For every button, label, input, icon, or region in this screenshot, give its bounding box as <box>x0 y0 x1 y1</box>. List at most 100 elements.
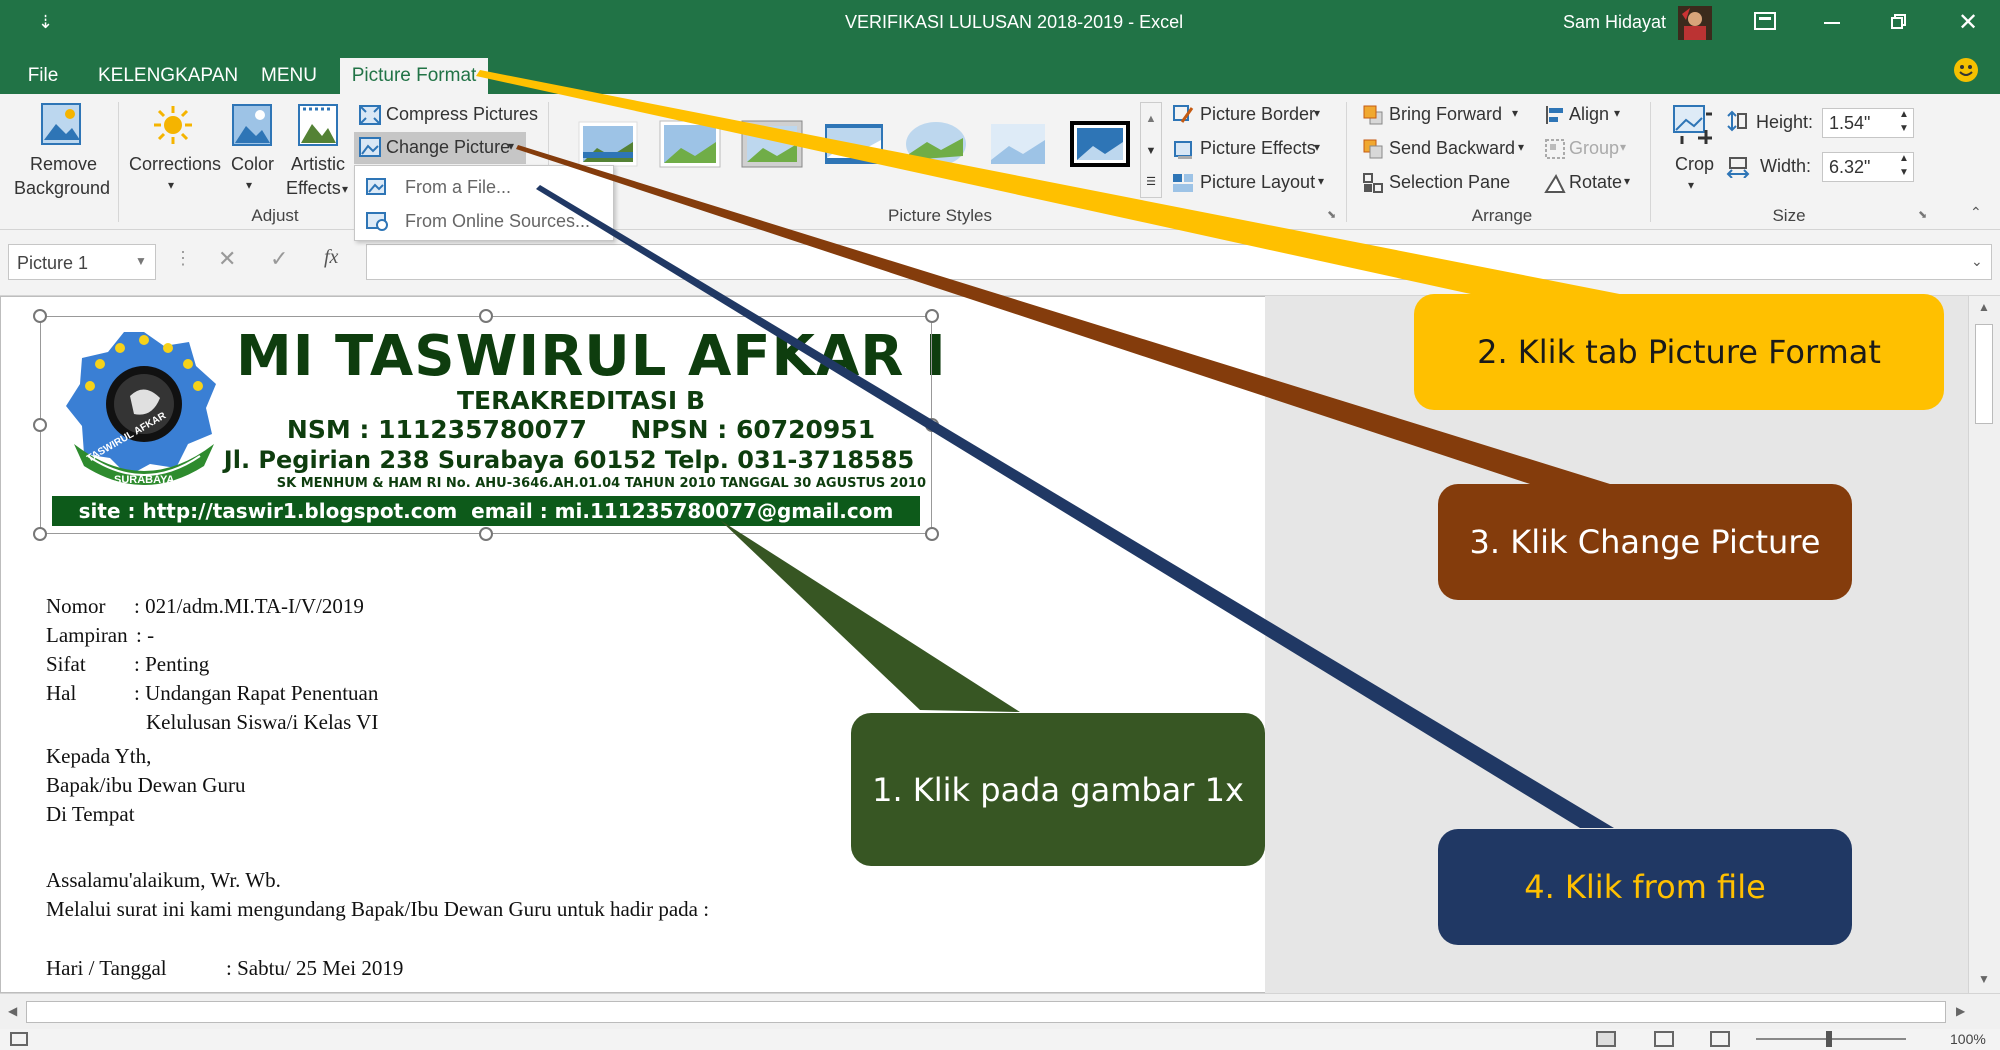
picture-style-1[interactable] <box>577 120 639 168</box>
macro-record-icon[interactable] <box>10 1032 28 1046</box>
name-box[interactable]: Picture 1 ▼ <box>8 244 156 280</box>
group-dropdown-icon[interactable]: ▾ <box>1620 140 1626 154</box>
gallery-scroll[interactable]: ▲ ▼ ☰ <box>1140 102 1162 198</box>
artistic-effects-label-1[interactable]: Artistic <box>291 154 345 175</box>
name-box-dropdown-icon[interactable]: ▼ <box>135 254 147 268</box>
send-backward-dropdown-icon[interactable]: ▾ <box>1518 140 1524 154</box>
remove-background-label-1[interactable]: Remove <box>30 154 97 175</box>
close-icon[interactable]: ✕ <box>1958 8 1978 37</box>
selection-pane-icon[interactable] <box>1362 172 1384 194</box>
resize-handle-top-left[interactable] <box>33 309 47 323</box>
tab-kelengkapan[interactable]: KELENGKAPAN <box>98 58 238 94</box>
expand-formula-bar-icon[interactable]: ⌄ <box>1971 253 1983 270</box>
scroll-right-icon[interactable]: ▶ <box>1956 1004 1965 1018</box>
resize-handle-bottom[interactable] <box>479 527 493 541</box>
change-picture-button[interactable]: Change Picture ▾ <box>354 132 526 164</box>
picture-style-6[interactable] <box>987 120 1049 168</box>
picture-border-icon[interactable] <box>1172 104 1194 126</box>
picture-style-7[interactable] <box>1069 120 1131 168</box>
normal-view-icon[interactable] <box>1596 1031 1616 1047</box>
rotate-icon[interactable] <box>1544 172 1566 194</box>
compress-pictures-button[interactable]: Compress Pictures <box>386 104 538 125</box>
menu-item-from-file[interactable]: From a File... <box>355 170 615 204</box>
tab-file[interactable]: File <box>20 58 66 94</box>
align-button[interactable]: Align <box>1569 104 1609 125</box>
tab-picture-format[interactable]: Picture Format <box>340 58 488 94</box>
resize-handle-top-right[interactable] <box>925 309 939 323</box>
enter-entry-icon[interactable]: ✓ <box>270 246 288 272</box>
user-name[interactable]: Sam Hidayat <box>1563 12 1666 33</box>
width-input[interactable]: 6.32" ▲ ▼ <box>1822 152 1914 182</box>
zoom-slider[interactable] <box>1756 1031 1906 1047</box>
picture-border-dropdown-icon[interactable]: ▾ <box>1314 106 1320 120</box>
cancel-entry-icon[interactable]: ✕ <box>218 246 236 272</box>
remove-background-icon[interactable] <box>40 102 82 148</box>
group-icon[interactable] <box>1544 138 1566 160</box>
scroll-up-icon[interactable]: ▲ <box>1978 300 1990 314</box>
send-backward-button[interactable]: Send Backward <box>1389 138 1515 159</box>
picture-styles-gallery[interactable] <box>565 100 1135 200</box>
picture-style-4[interactable] <box>823 120 885 168</box>
page-break-view-icon[interactable] <box>1710 1031 1730 1047</box>
ribbon-display-options-icon[interactable] <box>1754 12 1776 30</box>
formula-input[interactable]: ⌄ <box>366 244 1992 280</box>
align-dropdown-icon[interactable]: ▾ <box>1614 106 1620 120</box>
crop-dropdown-icon[interactable]: ▾ <box>1688 178 1694 192</box>
tab-menu[interactable]: MENU <box>256 58 322 94</box>
restore-icon[interactable] <box>1891 14 1907 30</box>
width-spin-down-icon[interactable]: ▼ <box>1899 167 1909 178</box>
bring-forward-icon[interactable] <box>1362 104 1384 126</box>
artistic-effects-icon[interactable] <box>298 104 338 146</box>
smiley-feedback-icon[interactable] <box>1954 58 1978 82</box>
color-dropdown-icon[interactable]: ▾ <box>246 178 252 192</box>
corrections-icon[interactable] <box>152 104 194 146</box>
picture-effects-dropdown-icon[interactable]: ▾ <box>1314 140 1320 154</box>
crop-icon[interactable] <box>1672 104 1714 146</box>
compress-pictures-icon[interactable] <box>358 104 382 126</box>
vertical-scroll-thumb[interactable] <box>1975 324 1993 424</box>
resize-handle-left[interactable] <box>33 418 47 432</box>
height-spin-down-icon[interactable]: ▼ <box>1899 123 1909 134</box>
insert-function-icon[interactable]: fx <box>324 246 338 269</box>
picture-effects-icon[interactable] <box>1172 138 1194 160</box>
color-label[interactable]: Color <box>231 154 274 175</box>
picture-border-button[interactable]: Picture Border <box>1200 104 1315 125</box>
selection-pane-button[interactable]: Selection Pane <box>1389 172 1510 193</box>
color-icon[interactable] <box>232 104 272 146</box>
align-icon[interactable] <box>1544 104 1566 126</box>
menu-item-from-online-sources[interactable]: From Online Sources... <box>355 204 615 238</box>
collapse-ribbon-icon[interactable]: ⌃ <box>1970 204 1982 221</box>
picture-styles-launcher-icon[interactable]: ⬊ <box>1327 208 1336 221</box>
height-input[interactable]: 1.54" ▲ ▼ <box>1822 108 1914 138</box>
quick-access-customize-icon[interactable]: ⇣ <box>38 12 53 33</box>
picture-layout-button[interactable]: Picture Layout <box>1200 172 1315 193</box>
resize-handle-bottom-left[interactable] <box>33 527 47 541</box>
scroll-down-icon[interactable]: ▼ <box>1978 972 1990 986</box>
artistic-effects-label-2[interactable]: Effects <box>286 178 341 199</box>
corrections-dropdown-icon[interactable]: ▾ <box>168 178 174 192</box>
zoom-level[interactable]: 100% <box>1950 1031 1986 1047</box>
height-spin-up-icon[interactable]: ▲ <box>1899 109 1909 120</box>
minimize-icon[interactable] <box>1824 22 1840 24</box>
picture-layout-dropdown-icon[interactable]: ▾ <box>1318 174 1324 188</box>
picture-style-2[interactable] <box>659 120 721 168</box>
rotate-button[interactable]: Rotate <box>1569 172 1622 193</box>
bring-forward-dropdown-icon[interactable]: ▾ <box>1512 106 1518 120</box>
resize-handle-right[interactable] <box>925 418 939 432</box>
page-layout-view-icon[interactable] <box>1654 1031 1674 1047</box>
picture-style-5[interactable] <box>905 120 967 168</box>
resize-handle-bottom-right[interactable] <box>925 527 939 541</box>
send-backward-icon[interactable] <box>1362 138 1384 160</box>
horizontal-scroll-thumb[interactable] <box>26 1001 1946 1023</box>
size-launcher-icon[interactable]: ⬊ <box>1918 208 1927 221</box>
resize-handle-top[interactable] <box>479 309 493 323</box>
remove-background-label-2[interactable]: Background <box>14 178 110 199</box>
user-avatar[interactable] <box>1678 6 1712 40</box>
horizontal-scrollbar[interactable]: ◀ ▶ <box>0 993 2000 1029</box>
picture-style-3[interactable] <box>741 120 803 168</box>
corrections-label[interactable]: Corrections <box>129 154 221 175</box>
vertical-scrollbar[interactable]: ▲ ▼ <box>1968 296 2000 993</box>
width-spin-up-icon[interactable]: ▲ <box>1899 153 1909 164</box>
crop-label[interactable]: Crop <box>1675 154 1714 175</box>
group-button[interactable]: Group <box>1569 138 1619 159</box>
